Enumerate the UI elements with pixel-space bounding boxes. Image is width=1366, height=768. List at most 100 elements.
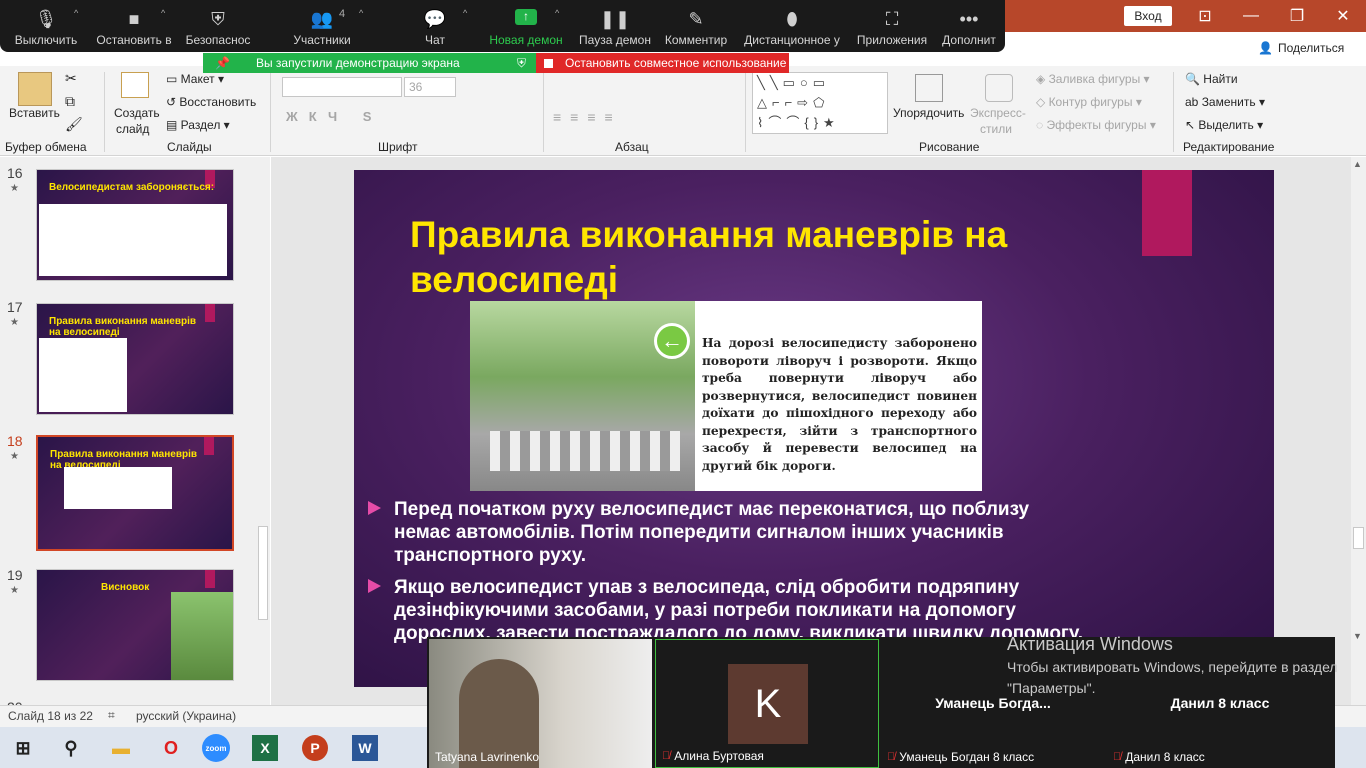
sharing-banner: 📌 Вы запустили демонстрацию экрана ⛨ <box>203 53 536 73</box>
sharing-text: Вы запустили демонстрацию экрана <box>255 56 460 70</box>
shield-check-icon: ⛨ <box>516 55 526 70</box>
participants-button[interactable]: 👥 4 ^ Участники <box>287 0 363 52</box>
thumbnail-slide-18[interactable]: Правила виконання маневрів на велосипеді <box>36 435 234 551</box>
shape-fill-button[interactable]: ◈ Заливка фигуры ▾ <box>1036 72 1150 86</box>
layout-button[interactable]: ▭ Макет ▾ <box>166 72 224 86</box>
reset-button[interactable]: ↺ Восстановить <box>166 95 256 109</box>
font-name-field[interactable] <box>282 77 402 97</box>
cut-icon[interactable]: ✂ <box>65 70 77 87</box>
decorative-bar <box>1142 170 1192 256</box>
paste-icon[interactable] <box>18 72 52 106</box>
shield-icon: ⛨ <box>211 9 225 29</box>
drawing-group-label: Рисование <box>919 140 980 154</box>
ribbon-display-icon[interactable]: ⊡ <box>1182 0 1228 32</box>
quick-styles-icon[interactable] <box>985 74 1013 102</box>
slide-thumbnails-pane[interactable]: 16 ★ Велосипедистам забороняється: 17 ★ … <box>0 157 270 715</box>
person-icon: 👤 <box>1258 41 1273 55</box>
pen-icon: ✎ <box>688 9 704 29</box>
stop-video-button[interactable]: ■ ^ Остановить в <box>95 0 173 52</box>
spellcheck-icon[interactable]: ⌗ <box>108 708 115 723</box>
thumbnail-scrollbar[interactable] <box>256 160 270 705</box>
thumbnail-slide-16[interactable]: Велосипедистам забороняється: <box>36 169 234 281</box>
windows-start-icon[interactable]: ⊞ <box>6 731 40 765</box>
thumbnail-slide-19[interactable]: Висновок <box>36 569 234 681</box>
excel-icon[interactable]: X <box>252 735 278 761</box>
mic-icon: 🎙 <box>34 9 58 29</box>
muted-mic-icon: 🎙̸ <box>662 750 671 762</box>
editor-scrollbar[interactable]: ▲ ▼ <box>1351 157 1366 705</box>
copy-icon[interactable]: ⧉ <box>65 93 75 110</box>
new-slide-button[interactable]: Создать <box>114 106 160 120</box>
zoom-video-strip: Tatyana Lavrinenko K 🎙̸ Алина Буртовая Ум… <box>427 637 1335 768</box>
language-indicator[interactable]: русский (Украина) <box>136 709 236 723</box>
security-button[interactable]: ⛨ Безопаснос <box>184 0 252 52</box>
new-share-button[interactable]: ↑ ^ Новая демон <box>487 0 565 52</box>
muted-mic-icon: 🎙̸ <box>1113 751 1122 763</box>
thumbnail-slide-17[interactable]: Правила виконання маневрів на велосипеді <box>36 303 234 415</box>
word-icon[interactable]: W <box>352 735 378 761</box>
zoom-app-icon[interactable]: zoom <box>202 734 230 762</box>
section-button[interactable]: ▤ Раздел ▾ <box>166 118 230 132</box>
apps-button[interactable]: ⛶ Приложения <box>854 0 930 52</box>
slide-title[interactable]: Правила виконання маневрів на велосипеді <box>410 212 1110 302</box>
stop-share-button[interactable]: Остановить совместное использование <box>536 53 789 73</box>
thumb-number: 18 <box>7 433 23 449</box>
opera-icon[interactable]: O <box>154 731 188 765</box>
bullet-item[interactable]: Перед початком руху велосипедист має пер… <box>368 498 1088 567</box>
font-format-buttons[interactable]: ЖКЧ S <box>286 109 382 124</box>
thumb-number: 19 <box>7 567 23 583</box>
login-button[interactable]: Вход <box>1124 6 1172 26</box>
maximize-icon[interactable]: ❐ <box>1274 0 1320 32</box>
remote-control-button[interactable]: ⬮ Дистанционное у <box>742 0 842 52</box>
arrange-icon[interactable] <box>915 74 943 102</box>
paste-button[interactable]: Вставить <box>9 106 60 120</box>
replace-button[interactable]: ab Заменить ▾ <box>1185 95 1265 109</box>
shapes-gallery[interactable]: ╲╲▭○▭ △⌐⌐⇨⬠ ⌇⌒⌒{}★ <box>752 72 888 134</box>
file-explorer-icon[interactable]: ▬ <box>104 731 138 765</box>
image-caption: На дорозі велосипедисту заборонено повор… <box>702 336 977 473</box>
shape-outline-button[interactable]: ◇ Контур фигуры ▾ <box>1036 95 1142 109</box>
arrange-button[interactable]: Упорядочить <box>893 106 964 120</box>
pause-share-button[interactable]: ❚❚ Пауза демон <box>577 0 653 52</box>
slide-image[interactable]: ← На дорозі велосипедисту заборонено пов… <box>470 301 982 491</box>
quick-styles-button[interactable]: Экспресс- <box>970 106 1026 120</box>
stop-icon <box>544 58 553 68</box>
new-slide-label2: слайд <box>116 122 150 136</box>
close-icon[interactable]: ✕ <box>1320 0 1366 32</box>
search-icon[interactable]: ⚲ <box>54 731 88 765</box>
animation-star-icon: ★ <box>10 183 19 194</box>
arrow-left-icon: ← <box>654 323 690 359</box>
select-button[interactable]: ↖ Выделить ▾ <box>1185 118 1263 132</box>
annotate-button[interactable]: ✎ Комментир <box>663 0 729 52</box>
format-painter-icon[interactable]: 🖌 <box>65 116 83 133</box>
chat-icon: 💬 <box>423 9 447 29</box>
slide-counter: Слайд 18 из 22 <box>8 709 93 723</box>
shape-effects-button[interactable]: ◌ Эффекты фигуры ▾ <box>1036 118 1156 132</box>
animation-star-icon: ★ <box>10 585 19 596</box>
search-icon: 🔍 <box>1185 72 1200 86</box>
font-size-field[interactable]: 36 <box>404 77 456 97</box>
align-buttons[interactable]: ≡≡≡≡ <box>553 109 622 125</box>
thumb-number: 17 <box>7 299 23 315</box>
share-button[interactable]: 👤 Поделиться <box>1258 41 1344 55</box>
new-slide-icon[interactable] <box>121 72 149 98</box>
video-tile-self[interactable]: Tatyana Lavrinenko <box>429 639 652 768</box>
video-tile-participant[interactable]: Уманець Богда... 🎙̸ Уманець Богдан 8 клас… <box>881 639 1105 768</box>
chat-button[interactable]: 💬 ^ Чат <box>415 0 467 52</box>
powerpoint-icon[interactable]: P <box>302 735 328 761</box>
bullet-item[interactable]: Якщо велосипедист упав з велосипеда, слі… <box>368 576 1088 645</box>
video-tile-participant[interactable]: K 🎙̸ Алина Буртовая <box>655 639 879 768</box>
more-button[interactable]: ••• Дополнит <box>938 0 1000 52</box>
video-tile-participant[interactable]: Данил 8 класс 🎙̸ Данил 8 класс <box>1107 639 1333 768</box>
find-button[interactable]: 🔍 Найти <box>1185 72 1238 86</box>
pin-icon[interactable]: 📌 <box>215 56 230 70</box>
mute-button[interactable]: 🎙 ^ Выключить <box>14 0 78 52</box>
animation-star-icon: ★ <box>10 451 19 462</box>
mouse-icon: ⬮ <box>786 9 798 29</box>
share-screen-icon: ↑ <box>515 9 537 25</box>
pause-icon: ❚❚ <box>599 9 631 29</box>
current-slide[interactable]: Правила виконання маневрів на велосипеді… <box>354 170 1274 687</box>
paragraph-group-label: Абзац <box>615 140 649 154</box>
minimize-icon[interactable]: — <box>1228 0 1274 32</box>
font-group-label: Шрифт <box>378 140 418 154</box>
